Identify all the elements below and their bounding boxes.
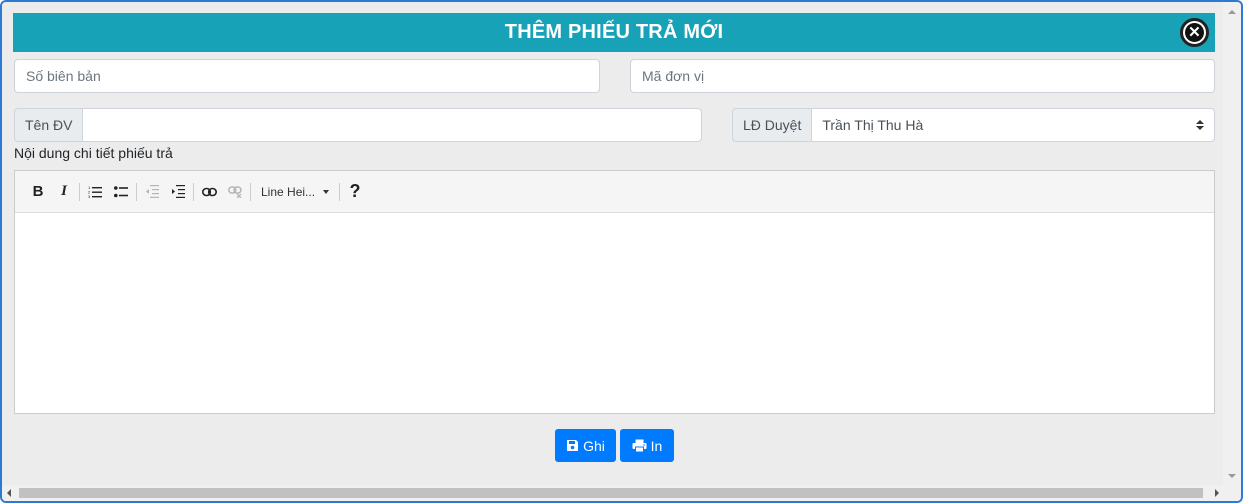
dropdown-caret-icon <box>323 189 330 194</box>
modal-title: THÊM PHIẾU TRẢ MỚI <box>504 21 724 43</box>
toolbar-divider <box>136 182 137 201</box>
outdent-button[interactable] <box>139 179 165 205</box>
link-button[interactable] <box>196 179 222 205</box>
ma-don-vi-input[interactable] <box>630 59 1215 93</box>
ld-duyet-select[interactable]: Trần Thị Thu Hà <box>811 108 1215 142</box>
unordered-list-icon <box>114 185 128 197</box>
unlink-button[interactable] <box>222 179 248 205</box>
link-icon <box>201 187 217 196</box>
ten-dv-label: Tên ĐV <box>14 108 83 142</box>
italic-button[interactable]: I <box>51 179 77 205</box>
scroll-right-icon[interactable] <box>1215 489 1219 497</box>
ordered-list-button[interactable]: 1 2 3 <box>82 179 108 205</box>
indent-icon <box>172 185 185 198</box>
scroll-up-icon[interactable] <box>1228 10 1236 14</box>
modal-frame: THÊM PHIẾU TRẢ MỚI ✕ Tên ĐV LĐ Duyệt Trầ… <box>0 0 1243 503</box>
ten-dv-group: Tên ĐV <box>14 108 702 142</box>
scroll-left-icon[interactable] <box>7 489 11 497</box>
vertical-scrollbar[interactable] <box>1223 2 1241 487</box>
save-button[interactable]: Ghi <box>555 429 616 462</box>
ld-duyet-label: LĐ Duyệt <box>732 108 812 142</box>
print-icon <box>632 439 647 452</box>
modal-header: THÊM PHIẾU TRẢ MỚI ✕ <box>13 13 1215 52</box>
help-icon: ? <box>349 181 361 201</box>
rich-text-editor: B I 1 2 3 Line Hei... ? <box>14 170 1215 414</box>
toolbar-divider <box>79 182 80 201</box>
unlink-icon <box>227 185 242 198</box>
italic-icon: I <box>61 183 67 199</box>
print-label: In <box>650 437 663 454</box>
ten-dv-input[interactable] <box>82 108 702 142</box>
svg-text:3: 3 <box>88 194 91 198</box>
toolbar-divider <box>193 182 194 201</box>
help-button[interactable]: ? <box>342 179 368 205</box>
ld-duyet-group: LĐ Duyệt Trần Thị Thu Hà <box>732 108 1215 142</box>
ordered-list-icon: 1 2 3 <box>88 185 102 198</box>
bold-icon: B <box>32 183 44 200</box>
content-label: Nội dung chi tiết phiếu trả <box>14 145 173 161</box>
ld-duyet-selected: Trần Thị Thu Hà <box>822 117 924 133</box>
select-caret-icon <box>1196 120 1204 130</box>
editor-content-area[interactable] <box>15 213 1214 413</box>
unordered-list-button[interactable] <box>108 179 134 205</box>
line-height-dropdown[interactable]: Line Hei... <box>253 185 337 199</box>
scroll-down-icon[interactable] <box>1228 474 1236 478</box>
save-label: Ghi <box>583 437 605 454</box>
print-button[interactable]: In <box>620 429 674 462</box>
close-circle-icon: ✕ <box>1185 23 1204 42</box>
bold-button[interactable]: B <box>25 179 51 205</box>
horizontal-scroll-thumb[interactable] <box>19 488 1203 498</box>
toolbar-divider <box>250 182 251 201</box>
save-icon <box>567 440 579 451</box>
indent-button[interactable] <box>165 179 191 205</box>
modal-body: THÊM PHIẾU TRẢ MỚI ✕ Tên ĐV LĐ Duyệt Trầ… <box>2 2 1223 487</box>
editor-toolbar: B I 1 2 3 Line Hei... ? <box>15 171 1214 213</box>
close-button[interactable]: ✕ <box>1180 18 1209 47</box>
line-height-label: Line Hei... <box>261 184 316 199</box>
so-bien-ban-input[interactable] <box>14 59 600 93</box>
outdent-icon <box>146 185 159 198</box>
toolbar-divider <box>339 182 341 201</box>
horizontal-scrollbar[interactable] <box>2 485 1241 501</box>
